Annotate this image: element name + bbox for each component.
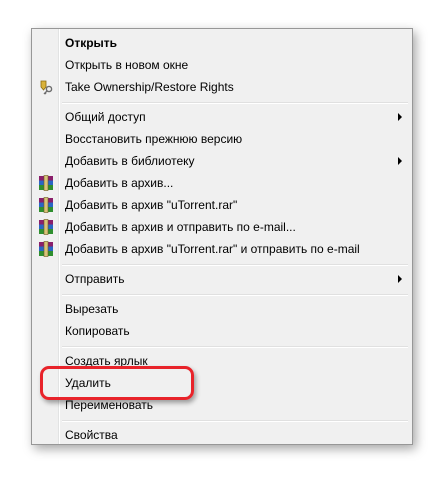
winrar-icon: [39, 175, 53, 191]
menu-item-label: Take Ownership/Restore Rights: [65, 80, 234, 94]
menu-item-properties[interactable]: Свойства: [34, 424, 410, 446]
menu-item-label: Открыть: [65, 36, 118, 50]
menu-item-label: Свойства: [65, 428, 118, 442]
menu-item-add-and-email[interactable]: Добавить в архив и отправить по e-mail..…: [34, 216, 410, 238]
key-shield-icon: [40, 80, 53, 95]
menu-item-label: Отправить: [65, 272, 125, 286]
menu-item-add-to-archive-named[interactable]: Добавить в архив "uTorrent.rar": [34, 194, 410, 216]
menu-item-label: Добавить в архив "uTorrent.rar" и отправ…: [65, 242, 360, 256]
menu-item-label: Переименовать: [65, 398, 153, 412]
menu-item-copy[interactable]: Копировать: [34, 320, 410, 342]
menu-item-send-to[interactable]: Отправить: [34, 268, 410, 290]
menu-item-sharing[interactable]: Общий доступ: [34, 106, 410, 128]
menu-separator: [62, 102, 408, 104]
menu-item-label: Копировать: [65, 324, 130, 338]
menu-item-add-to-archive[interactable]: Добавить в архив...: [34, 172, 410, 194]
menu-item-open-new-window[interactable]: Открыть в новом окне: [34, 54, 410, 76]
menu-item-label: Общий доступ: [65, 110, 146, 124]
menu-item-label: Восстановить прежнюю версию: [65, 132, 243, 146]
winrar-icon: [39, 197, 53, 213]
delete-highlight-annotation: [40, 366, 194, 400]
menu-separator: [62, 264, 408, 266]
winrar-icon: [39, 241, 53, 257]
menu-item-label: Добавить в библиотеку: [65, 154, 195, 168]
menu-separator: [62, 420, 408, 422]
menu-item-restore-previous[interactable]: Восстановить прежнюю версию: [34, 128, 410, 150]
menu-item-open[interactable]: Открыть: [34, 32, 410, 54]
submenu-arrow-icon: [398, 113, 402, 121]
menu-item-label: Добавить в архив...: [65, 176, 174, 190]
menu-item-add-to-library[interactable]: Добавить в библиотеку: [34, 150, 410, 172]
menu-item-label: Добавить в архив "uTorrent.rar": [65, 198, 238, 212]
submenu-arrow-icon: [398, 157, 402, 165]
menu-separator: [62, 346, 408, 348]
menu-item-label: Добавить в архив и отправить по e-mail..…: [65, 220, 296, 234]
menu-item-cut[interactable]: Вырезать: [34, 298, 410, 320]
winrar-icon: [39, 219, 53, 235]
menu-item-label: Открыть в новом окне: [65, 58, 189, 72]
menu-item-label: Вырезать: [65, 302, 119, 316]
menu-separator: [62, 294, 408, 296]
menu-item-take-ownership[interactable]: Take Ownership/Restore Rights: [34, 76, 410, 98]
submenu-arrow-icon: [398, 275, 402, 283]
menu-item-add-named-and-email[interactable]: Добавить в архив "uTorrent.rar" и отправ…: [34, 238, 410, 260]
